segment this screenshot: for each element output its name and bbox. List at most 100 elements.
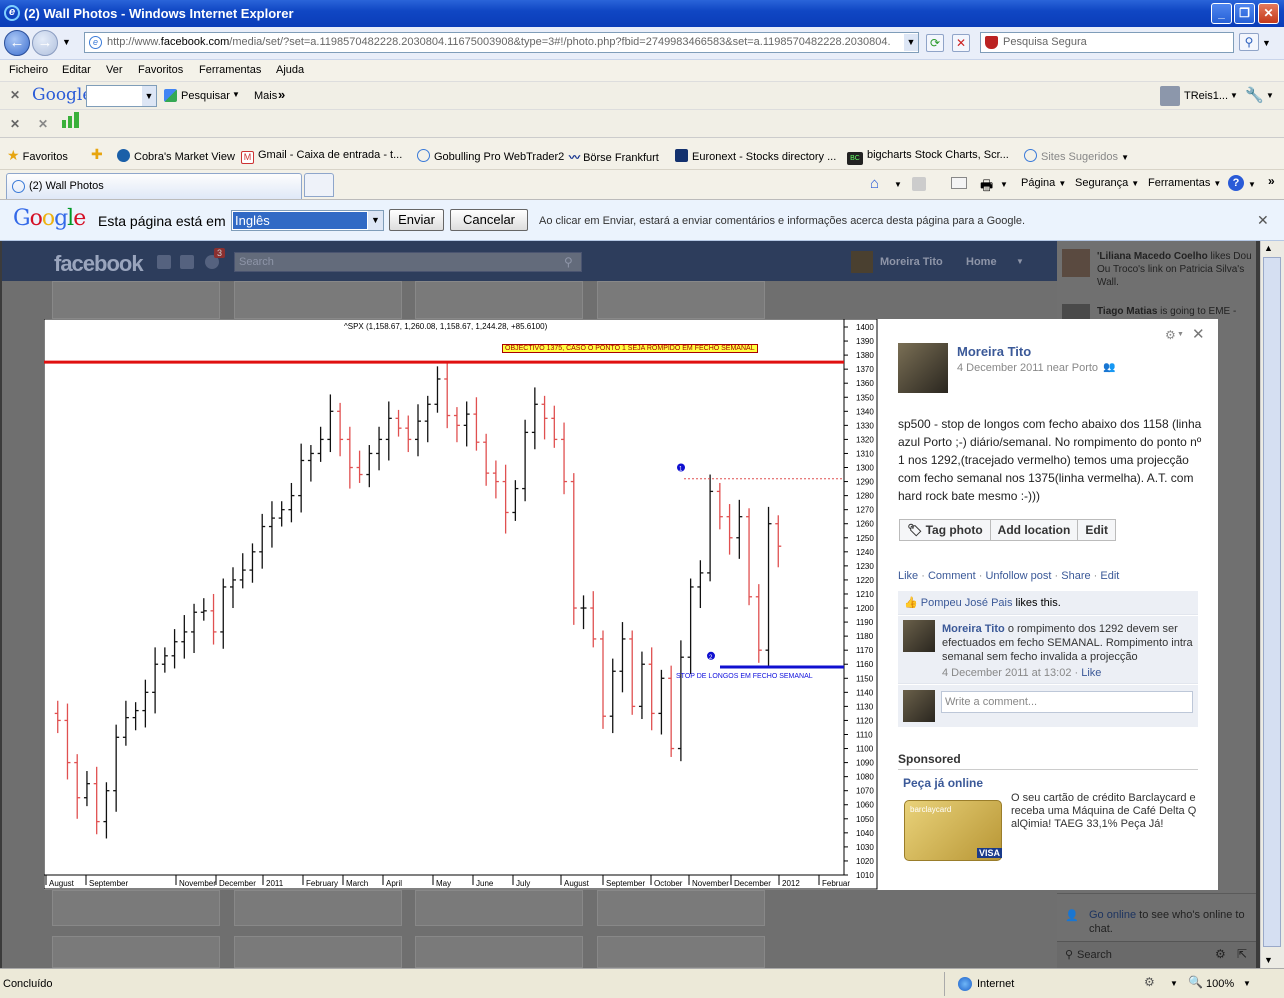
photo-thumbnail[interactable] <box>415 890 583 926</box>
refresh-icon[interactable]: ⟳ <box>926 34 944 52</box>
tab-wall-photos[interactable]: (2) Wall Photos <box>6 173 302 199</box>
search-icon[interactable]: ⚲ <box>1239 33 1259 51</box>
language-select[interactable]: Inglês ▼ <box>231 210 384 231</box>
print-icon[interactable]: 🖶 <box>980 175 993 199</box>
photo-thumbnail[interactable] <box>234 890 402 926</box>
wrench-dropdown-icon[interactable]: ▼ <box>1266 91 1274 100</box>
messages-icon[interactable] <box>180 255 194 269</box>
feeds-icon[interactable] <box>912 177 926 191</box>
maximize-button[interactable]: ❐ <box>1234 3 1255 24</box>
photo-thumbnail[interactable] <box>234 281 402 319</box>
comment-link[interactable]: Comment <box>928 570 976 582</box>
minimize-button[interactable]: _ <box>1211 3 1232 24</box>
fb-search-input[interactable]: Search <box>234 252 582 272</box>
avatar[interactable] <box>898 343 948 393</box>
friend-requests-icon[interactable] <box>157 255 171 269</box>
add-favorite-icon[interactable]: ✚ <box>91 146 103 163</box>
photo-thumbnail[interactable] <box>52 281 220 319</box>
menu-view[interactable]: Ver <box>106 64 123 76</box>
user-account-button[interactable]: TReis1... <box>1184 90 1228 102</box>
photo-thumbnail[interactable] <box>597 936 765 968</box>
scroll-down-icon[interactable]: ▼ <box>1264 955 1273 965</box>
back-button[interactable]: ← <box>4 30 30 56</box>
liker-name[interactable]: Pompeu José Pais <box>921 597 1013 609</box>
facebook-logo[interactable]: facebook <box>54 251 144 277</box>
help-dropdown-icon[interactable]: ▼ <box>1248 180 1256 189</box>
scroll-thumb[interactable] <box>1263 257 1281 947</box>
like-link[interactable]: Like <box>898 570 918 582</box>
close-icon[interactable]: ✕ <box>1192 325 1205 343</box>
scroll-up-icon[interactable]: ▲ <box>1264 243 1273 253</box>
new-tab-button[interactable] <box>304 173 334 197</box>
gear-icon[interactable]: ⚙ <box>1165 328 1176 342</box>
menu-help[interactable]: Ajuda <box>276 64 304 76</box>
chat-search-input[interactable]: Search <box>1077 949 1112 961</box>
more-button[interactable]: Mais <box>254 90 277 102</box>
ticker-item[interactable]: Tiago Matias is going to EME - <box>1097 305 1253 318</box>
add-location-button[interactable]: Add location <box>991 520 1079 540</box>
write-comment-input[interactable]: Write a comment... <box>941 691 1193 713</box>
comment-like-link[interactable]: Like <box>1081 667 1101 679</box>
forward-button[interactable]: → <box>32 30 58 56</box>
gear-icon[interactable]: ⚙ <box>1215 947 1226 961</box>
home-dropdown-icon[interactable]: ▼ <box>894 180 902 189</box>
page-scrollbar[interactable]: ▲ ▼ <box>1260 241 1284 968</box>
history-dropdown-icon[interactable]: ▼ <box>62 37 71 47</box>
zoom-level[interactable]: 100% <box>1206 978 1234 990</box>
safety-menu[interactable]: Segurança ▼ <box>1075 177 1139 189</box>
menu-favorites[interactable]: Favoritos <box>138 64 183 76</box>
close-toolbar-icon[interactable]: ✕ <box>38 117 48 131</box>
go-online-link[interactable]: Go online <box>1089 909 1136 921</box>
tag-photo-button[interactable]: 🏷 Tag photo <box>900 520 991 540</box>
page-menu[interactable]: Página ▼ <box>1021 177 1066 189</box>
photo-thumbnail[interactable] <box>52 890 220 926</box>
share-link[interactable]: Share <box>1061 570 1090 582</box>
fav-cobras-market-view[interactable]: Cobra's Market View <box>117 149 235 163</box>
menu-file[interactable]: Ficheiro <box>9 64 48 76</box>
print-dropdown-icon[interactable]: ▼ <box>1000 180 1008 189</box>
help-icon[interactable]: ? <box>1228 175 1244 191</box>
account-dropdown-icon[interactable]: ▼ <box>1016 257 1024 266</box>
ad-image[interactable]: barclaycard VISA <box>904 800 1003 861</box>
home-icon[interactable]: ⌂ <box>870 175 879 192</box>
close-translate-icon[interactable]: ✕ <box>1257 212 1269 229</box>
mail-icon[interactable] <box>951 177 967 189</box>
zoom-dropdown-icon[interactable]: ▼ <box>1243 979 1251 988</box>
popout-icon[interactable]: ⇱ <box>1237 947 1247 961</box>
photo-thumbnail[interactable] <box>234 936 402 968</box>
search-icon[interactable]: ⚲ <box>564 255 573 269</box>
protected-mode-icon[interactable]: ⚙ <box>1144 975 1155 989</box>
menu-tools[interactable]: Ferramentas <box>199 64 261 76</box>
ad-title[interactable]: Peça já online <box>903 776 983 790</box>
fav-suggested-sites[interactable]: Sites Sugeridos ▼ <box>1024 149 1129 163</box>
favorites-button[interactable]: ★ Favoritos <box>7 147 68 164</box>
wrench-icon[interactable]: 🔧 <box>1245 86 1264 104</box>
edit-button[interactable]: Edit <box>1078 520 1115 540</box>
cancel-button[interactable]: Cancelar <box>450 209 528 231</box>
photo-thumbnail[interactable] <box>597 281 765 319</box>
comment-author[interactable]: Moreira Tito <box>942 623 1005 635</box>
fav-borse-frankfurt[interactable]: 〰 Börse Frankfurt <box>569 149 659 165</box>
close-toolbar-icon[interactable]: ✕ <box>10 88 20 102</box>
avatar[interactable] <box>903 620 935 652</box>
google-search-dropdown-icon[interactable]: ▼ <box>142 86 156 106</box>
fav-gmail[interactable]: M Gmail - Caixa de entrada - t... <box>241 149 402 164</box>
search-options-icon[interactable]: ▼ <box>1262 38 1271 48</box>
more-chevron-icon[interactable]: » <box>1268 174 1275 188</box>
photo-thumbnail[interactable] <box>415 936 583 968</box>
search-dropdown-icon[interactable]: ▼ <box>232 90 240 99</box>
photo-author[interactable]: Moreira Tito <box>957 344 1031 359</box>
stop-icon[interactable]: ✕ <box>952 34 970 52</box>
edit-link[interactable]: Edit <box>1100 570 1119 582</box>
search-input[interactable]: Pesquisa Segura <box>980 32 1234 53</box>
tools-menu[interactable]: Ferramentas ▼ <box>1148 177 1221 189</box>
menu-edit[interactable]: Editar <box>62 64 91 76</box>
close-toolbar-icon[interactable]: ✕ <box>10 117 20 131</box>
fb-user-name[interactable]: Moreira Tito <box>880 256 943 268</box>
fb-home-link[interactable]: Home <box>966 256 997 268</box>
fav-euronext[interactable]: Euronext - Stocks directory ... <box>675 149 836 163</box>
options-dropdown-icon[interactable]: ▼ <box>1177 331 1184 338</box>
address-input[interactable]: e http://www.facebook.com/media/set/?set… <box>84 32 919 53</box>
url-dropdown-icon[interactable]: ▼ <box>904 34 918 51</box>
ticker-item[interactable]: 'Liliana Macedo Coelho likes Dou Ou Troc… <box>1097 250 1253 289</box>
